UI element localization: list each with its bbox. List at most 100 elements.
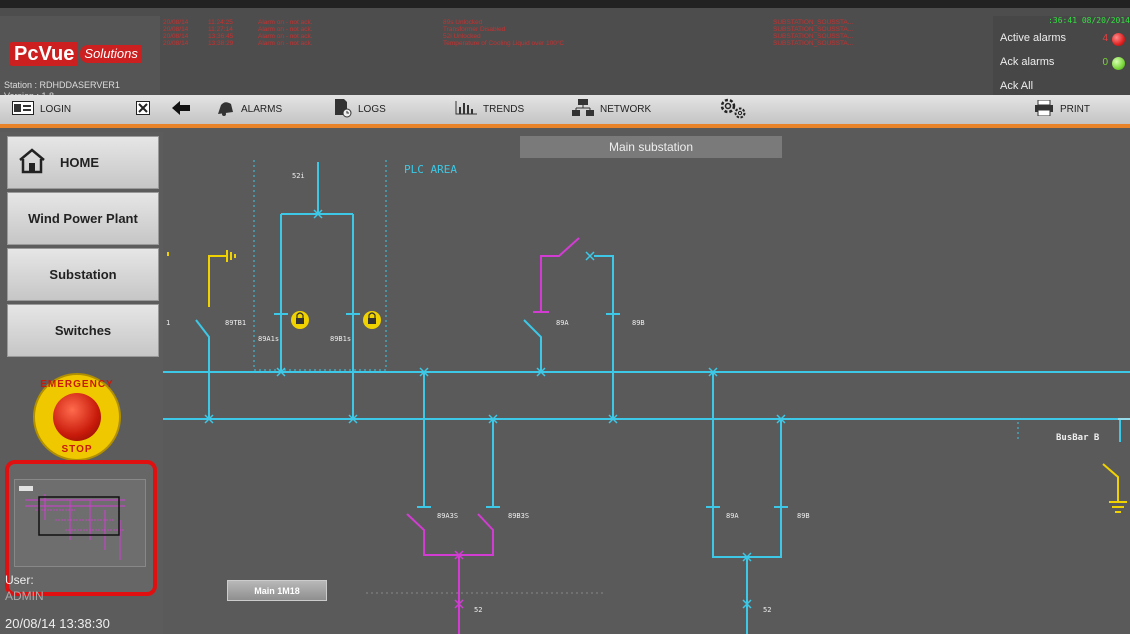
gears-icon [718, 97, 748, 122]
alarm-text: 52i Unlocked [443, 33, 481, 40]
plc-area-label: PLC AREA [404, 163, 457, 176]
switch-label-89a: 89A [556, 319, 569, 327]
alarm-list[interactable]: 20/08/14 11:24:25 Alarm on - not ack. 89… [163, 19, 988, 69]
alarm-source: SUBSTATION_SOUSSTA... [773, 40, 854, 47]
pcvue-logo: PcVue Solutions [10, 42, 142, 66]
login-button[interactable]: LOGIN [12, 95, 71, 124]
ack-all-button[interactable]: Ack All [1000, 80, 1033, 92]
estop-bottom-label: STOP [61, 444, 93, 455]
alarms-button[interactable]: ALARMS [215, 95, 282, 124]
alarm-text: 89s Unlocked [443, 19, 483, 26]
alarm-row[interactable]: 20/08/14 13:38:29 Alarm on - not ack. Te… [163, 40, 988, 47]
one-line-diagram: PLC AREA 52i 89TB1 89A1s 89B1s 89A 89B 8… [163, 160, 1130, 634]
logo-primary: PcVue [10, 42, 79, 66]
alarm-state: Alarm on - not ack. [258, 40, 313, 47]
estop-knob-icon [53, 393, 101, 441]
switch-label-89tb1: 89TB1 [225, 319, 246, 327]
back-button[interactable] [172, 95, 190, 124]
alarm-banner: PcVue Solutions Station : RDHDDASERVER1 … [0, 0, 1130, 103]
bar-chart-icon [455, 101, 477, 118]
ack-alarm-indicator-icon [1112, 57, 1125, 70]
trends-label: TRENDS [483, 104, 525, 115]
feeder-number-label: 1 [166, 319, 170, 327]
id-card-icon [12, 101, 34, 118]
alarm-text: Temperature of Cooling Liquid over 100°C [443, 40, 565, 47]
close-button[interactable] [136, 95, 150, 124]
alarm-row[interactable]: 20/08/14 11:27:14 Alarm on - not ack. Tr… [163, 26, 988, 33]
current-datetime: 20/08/14 13:38:30 [5, 616, 110, 631]
toolbar: LOGIN ALARMS LOGS TRENDS NETWORK PRINT [0, 95, 1130, 128]
switch-label-89b3s: 89B3S [508, 512, 529, 520]
nav-wind-power-plant[interactable]: Wind Power Plant [7, 192, 159, 245]
alarm-source: SUBSTATION_SOUSSTA... [773, 26, 854, 33]
switch-label-89a-right: 89A [726, 512, 739, 520]
emergency-stop-button[interactable]: EMERGENCY STOP [33, 373, 121, 461]
breaker-label-52-left: 52 [474, 606, 482, 614]
active-alarm-indicator-icon [1112, 33, 1125, 46]
logo-secondary: Solutions [80, 45, 142, 63]
user-name: ADMIN [5, 589, 44, 603]
station-name: Station : RDHDDASERVER1 [4, 80, 120, 90]
network-button[interactable]: NETWORK [572, 95, 651, 124]
alarm-state: Alarm on - not ack. [258, 26, 313, 33]
user-info: User: ADMIN [5, 572, 44, 604]
printer-icon [1034, 99, 1054, 119]
logo-area: PcVue Solutions Station : RDHDDASERVER1 … [0, 16, 160, 103]
breaker-label-52-right: 52 [763, 606, 771, 614]
login-label: LOGIN [40, 104, 72, 115]
network-icon [572, 99, 594, 120]
alarm-time: 11:27:14 [208, 26, 233, 33]
print-button[interactable]: PRINT [1034, 95, 1090, 124]
alarm-source: SUBSTATION_SOUSSTA... [773, 33, 854, 40]
switch-label-89b1s: 89B1s [330, 335, 351, 343]
alarm-source: SUBSTATION_SOUSSTA... [773, 19, 854, 26]
active-alarms-label: Active alarms [1000, 32, 1067, 44]
alarm-time: 11:24:25 [208, 19, 233, 26]
active-alarms-count: 4 [1102, 33, 1108, 44]
logs-button[interactable]: LOGS [334, 95, 386, 124]
alarm-date: 20/08/14 [163, 33, 189, 40]
alarm-date: 20/08/14 [163, 26, 189, 33]
alarm-row[interactable]: 20/08/14 11:24:25 Alarm on - not ack. 89… [163, 19, 988, 26]
nav-switches[interactable]: Switches [7, 304, 159, 357]
clock: :36:41 08/20/2014 [1048, 16, 1130, 25]
switch-label-89a1s: 89A1s [258, 335, 279, 343]
busbar-b-label: BusBar B [1056, 433, 1100, 443]
log-document-icon [334, 98, 352, 121]
alarm-time: 13:36:45 [208, 33, 234, 40]
nav-home[interactable]: HOME [7, 136, 159, 189]
network-label: NETWORK [600, 104, 652, 115]
sidebar: HOME Wind Power Plant Substation Switche… [0, 132, 163, 634]
print-label: PRINT [1060, 104, 1090, 115]
nav-substation[interactable]: Substation [7, 248, 159, 301]
settings-button[interactable] [718, 95, 748, 124]
alarm-time: 13:38:29 [208, 40, 234, 47]
main-1m18-button[interactable]: Main 1M18 [227, 580, 327, 601]
house-icon [18, 148, 46, 177]
ack-alarms-count: 0 [1102, 57, 1108, 68]
substation-diagram: Main substation PLC AREA 52i 89TB1 89A1s… [163, 132, 1130, 634]
switch-label-89b-right: 89B [797, 512, 810, 520]
arrow-left-icon [172, 101, 190, 118]
switch-label-89a3s: 89A3S [437, 512, 458, 520]
alarms-label: ALARMS [241, 104, 283, 115]
ack-alarms-label[interactable]: Ack alarms [1000, 56, 1054, 68]
alarm-date: 20/08/14 [163, 40, 189, 47]
alarm-date: 20/08/14 [163, 19, 189, 26]
alarm-status-panel: :36:41 08/20/2014 Active alarms 4 Ack al… [993, 16, 1130, 103]
nav-home-label: HOME [60, 155, 99, 170]
minimap[interactable] [14, 479, 146, 567]
alarm-row[interactable]: 20/08/14 13:36:45 Alarm on - not ack. 52… [163, 33, 988, 40]
trends-button[interactable]: TRENDS [455, 95, 524, 124]
logs-label: LOGS [358, 104, 386, 115]
switch-label-89b: 89B [632, 319, 645, 327]
close-box-icon [136, 101, 150, 118]
bell-icon [215, 100, 235, 119]
alarm-state: Alarm on - not ack. [258, 19, 313, 26]
alarm-state: Alarm on - not ack. [258, 33, 313, 40]
user-label: User: [5, 573, 34, 587]
app-window: PcVue Solutions Station : RDHDDASERVER1 … [0, 0, 1130, 634]
padlock-icon [291, 311, 309, 329]
estop-top-label: EMERGENCY [40, 379, 114, 390]
switch-label-52i: 52i [292, 172, 305, 180]
